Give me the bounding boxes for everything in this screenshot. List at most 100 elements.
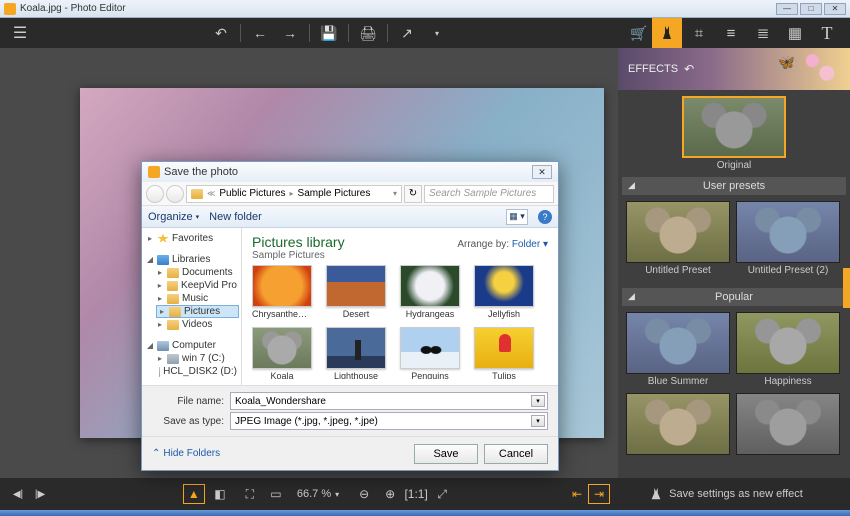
- hide-folders-link[interactable]: ⌃ Hide Folders: [152, 448, 220, 459]
- tab-sliders[interactable]: ≣: [748, 18, 778, 48]
- reset-effects-icon[interactable]: ↶: [684, 62, 694, 76]
- dialog-close-button[interactable]: ✕: [532, 165, 552, 179]
- actual-size-icon[interactable]: ▭: [265, 484, 287, 504]
- maximize-button[interactable]: □: [800, 3, 822, 15]
- zoom-out-icon[interactable]: ⊖: [353, 484, 375, 504]
- forward-button[interactable]: →: [277, 22, 303, 44]
- preset-item[interactable]: Untitled Preset: [626, 201, 730, 276]
- cart-icon[interactable]: 🛒: [626, 22, 652, 44]
- tab-frames[interactable]: ▦: [780, 18, 810, 48]
- preset-item[interactable]: [736, 393, 840, 457]
- preset-item[interactable]: Happiness: [736, 312, 840, 387]
- import-icon[interactable]: ⇤: [566, 484, 588, 504]
- preset-item[interactable]: [626, 393, 730, 457]
- save-button[interactable]: Save: [414, 444, 478, 464]
- tree-music[interactable]: ▸Music: [144, 292, 239, 305]
- section-header-popular[interactable]: ◢ Popular: [622, 288, 846, 306]
- dialog-toolbar: Organize ▾ New folder ▦ ▾ ?: [142, 206, 558, 228]
- close-button[interactable]: ✕: [824, 3, 846, 15]
- compare-single-icon[interactable]: ▲: [183, 484, 205, 504]
- tree-videos[interactable]: ▸Videos: [144, 318, 239, 331]
- zoom-display[interactable]: 66.7 %▾: [291, 488, 345, 500]
- minimize-button[interactable]: —: [776, 3, 798, 15]
- tree-libraries[interactable]: ◢Libraries: [144, 253, 239, 266]
- tree-drive-d[interactable]: HCL_DISK2 (D:): [144, 365, 239, 378]
- tree-pictures[interactable]: ▸Pictures: [156, 305, 239, 318]
- nav-back-button[interactable]: [146, 185, 164, 203]
- tab-adjust[interactable]: ≡: [716, 18, 746, 48]
- share-dropdown-icon[interactable]: ▾: [424, 22, 450, 44]
- file-item[interactable]: Lighthouse: [326, 327, 386, 379]
- tree-drive-c[interactable]: ▸win 7 (C:): [144, 352, 239, 365]
- file-item[interactable]: Hydrangeas: [400, 265, 460, 319]
- tab-effects[interactable]: [652, 18, 682, 48]
- refresh-button[interactable]: ↻: [404, 185, 422, 203]
- save-icon[interactable]: 💾: [316, 22, 342, 44]
- section-header-user[interactable]: ◢ User presets: [622, 177, 846, 195]
- save-type-select[interactable]: JPEG Image (*.jpg, *.jpeg, *.jpe) ▾: [230, 412, 548, 430]
- panel-expand-handle[interactable]: [843, 268, 850, 308]
- back-button[interactable]: ←: [247, 22, 273, 44]
- file-item[interactable]: Tulips: [474, 327, 534, 379]
- print-icon[interactable]: 🖨: [355, 22, 381, 44]
- zoom-in-icon[interactable]: ⊕: [379, 484, 401, 504]
- tree-keepvid[interactable]: ▸KeepVid Pro: [144, 279, 239, 292]
- file-item[interactable]: Desert: [326, 265, 386, 319]
- breadcrumb-dropdown-icon[interactable]: ▾: [393, 189, 397, 198]
- chevron-down-icon: ◢: [628, 291, 635, 302]
- file-item[interactable]: Koala: [252, 327, 312, 379]
- dialog-body: ▸Favorites ◢Libraries ▸Documents ▸KeepVi…: [142, 228, 558, 385]
- tree-documents[interactable]: ▸Documents: [144, 266, 239, 279]
- folder-tree[interactable]: ▸Favorites ◢Libraries ▸Documents ▸KeepVi…: [142, 228, 242, 385]
- effects-banner: EFFECTS ↶ 🦋: [618, 48, 850, 90]
- os-taskbar[interactable]: [0, 510, 850, 516]
- flowers-decoration: [798, 48, 846, 90]
- help-button[interactable]: ?: [538, 210, 552, 224]
- tree-computer[interactable]: ◢Computer: [144, 339, 239, 352]
- fit-screen-icon[interactable]: ⛶: [239, 484, 261, 504]
- prev-image-button[interactable]: ◀|: [8, 486, 28, 502]
- arrange-dropdown[interactable]: Folder ▾: [512, 239, 548, 250]
- organize-button[interactable]: Organize ▾: [148, 211, 199, 223]
- zoom-fit-icon[interactable]: ⤢: [431, 484, 453, 504]
- tab-crop[interactable]: ⌗: [684, 18, 714, 48]
- save-as-effect-button[interactable]: Save settings as new effect: [610, 487, 842, 501]
- effects-panel: EFFECTS ↶ 🦋 Original ◢ User presets Unti…: [618, 48, 850, 478]
- hamburger-menu-icon[interactable]: ☰: [8, 21, 32, 45]
- view-options-button[interactable]: ▦ ▾: [506, 209, 528, 225]
- file-item[interactable]: Penguins: [400, 327, 460, 379]
- cancel-button[interactable]: Cancel: [484, 444, 548, 464]
- nav-forward-button[interactable]: [166, 185, 184, 203]
- file-name-input[interactable]: Koala_Wondershare ▾: [230, 392, 548, 410]
- dialog-titlebar[interactable]: Save the photo ✕: [142, 162, 558, 182]
- tree-favorites[interactable]: ▸Favorites: [144, 232, 239, 245]
- workarea: EFFECTS ↶ 🦋 Original ◢ User presets Unti…: [0, 48, 850, 478]
- chevron-down-icon: ◢: [628, 180, 635, 191]
- breadcrumb-segment[interactable]: Public Pictures: [219, 188, 285, 199]
- preset-item[interactable]: Untitled Preset (2): [736, 201, 840, 276]
- compare-split-icon[interactable]: ◧: [209, 484, 231, 504]
- app-icon: [4, 3, 16, 15]
- zoom-100-icon[interactable]: [1:1]: [405, 484, 427, 504]
- preset-original[interactable]: Original: [682, 96, 786, 171]
- main-toolbar: ☰ ↶ ← → 💾 🖨 ↗ ▾ 🛒 ⌗ ≡ ≣ ▦ T: [0, 18, 850, 48]
- effects-scroll[interactable]: Original ◢ User presets Untitled Preset …: [618, 90, 850, 478]
- export-icon[interactable]: ⇥: [588, 484, 610, 504]
- undo-button[interactable]: ↶: [208, 22, 234, 44]
- share-icon[interactable]: ↗: [394, 22, 420, 44]
- preset-item[interactable]: Blue Summer: [626, 312, 730, 387]
- file-item[interactable]: Chrysanthemum: [252, 265, 312, 319]
- next-image-button[interactable]: |▶: [30, 486, 50, 502]
- butterfly-icon: 🦋: [778, 54, 795, 71]
- tab-text[interactable]: T: [812, 18, 842, 48]
- chevron-up-icon: ⌃: [152, 448, 160, 459]
- file-item[interactable]: Jellyfish: [474, 265, 534, 319]
- library-title: Pictures library: [252, 234, 345, 250]
- new-folder-button[interactable]: New folder: [209, 211, 262, 223]
- dropdown-icon[interactable]: ▾: [531, 395, 545, 407]
- dropdown-icon[interactable]: ▾: [531, 415, 545, 427]
- dialog-inputs: File name: Koala_Wondershare ▾ Save as t…: [142, 385, 558, 436]
- search-input[interactable]: Search Sample Pictures: [424, 185, 554, 203]
- breadcrumb-segment[interactable]: Sample Pictures: [298, 188, 371, 199]
- breadcrumb[interactable]: ≪ Public Pictures ▸ Sample Pictures ▾: [186, 185, 402, 203]
